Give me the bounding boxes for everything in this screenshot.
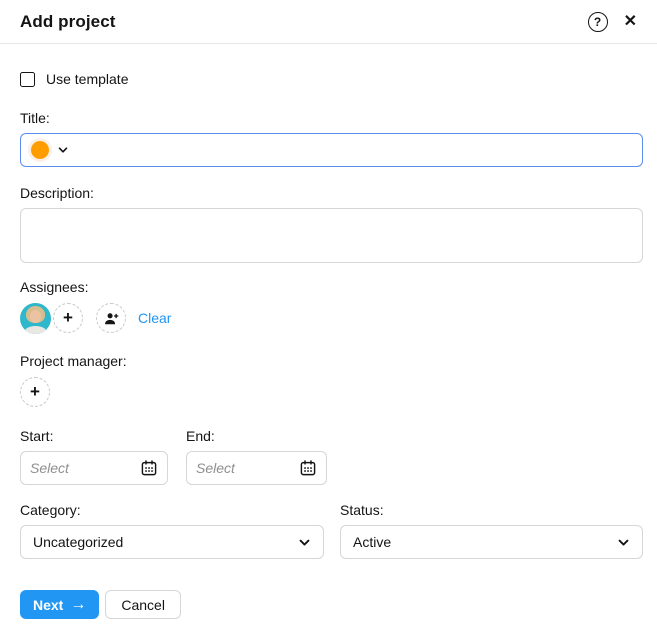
- clear-assignees-link[interactable]: Clear: [138, 310, 171, 326]
- use-template-label: Use template: [46, 71, 129, 87]
- status-select[interactable]: Active: [340, 525, 643, 559]
- start-date-input-container[interactable]: [20, 451, 168, 485]
- add-project-manager-button[interactable]: +: [20, 377, 50, 407]
- cancel-button[interactable]: Cancel: [105, 590, 181, 619]
- help-icon[interactable]: ?: [587, 11, 608, 32]
- calendar-icon[interactable]: [299, 459, 317, 477]
- description-textarea[interactable]: [20, 208, 643, 263]
- description-label: Description:: [20, 185, 94, 201]
- dialog-header: Add project ? ✕: [0, 0, 657, 44]
- end-date-input-container[interactable]: [186, 451, 327, 485]
- assignees-row: + Clear: [20, 302, 643, 334]
- color-swatch-icon[interactable]: [31, 141, 49, 159]
- page-title: Add project: [20, 11, 116, 31]
- chevron-down-icon[interactable]: [57, 144, 69, 156]
- status-label: Status:: [340, 502, 384, 518]
- category-field: Category: Uncategorized: [20, 502, 324, 559]
- end-label: End:: [186, 428, 215, 444]
- add-group-button[interactable]: [96, 303, 126, 333]
- category-select[interactable]: Uncategorized: [20, 525, 324, 559]
- chevron-down-icon: [298, 536, 311, 549]
- category-label: Category:: [20, 502, 81, 518]
- end-date-input[interactable]: [196, 452, 299, 484]
- close-icon[interactable]: ✕: [624, 13, 637, 30]
- plus-icon: +: [63, 308, 73, 327]
- next-button-label: Next: [33, 596, 64, 613]
- avatar-face: [30, 309, 41, 323]
- assignees-label: Assignees:: [20, 279, 89, 295]
- start-date-field: Start:: [20, 428, 168, 485]
- plus-icon: +: [30, 382, 40, 401]
- selects-row: Category: Uncategorized Status: Active: [20, 502, 643, 559]
- title-input[interactable]: [77, 134, 632, 166]
- use-template-checkbox[interactable]: [20, 71, 35, 87]
- project-manager-row: +: [20, 376, 643, 408]
- start-label: Start:: [20, 428, 54, 444]
- use-template-row: Use template: [20, 71, 643, 87]
- dates-row: Start: Select End: Select: [20, 428, 643, 485]
- title-label: Title:: [20, 110, 50, 126]
- arrow-right-icon: →: [70, 595, 87, 613]
- project-manager-label: Project manager:: [20, 353, 127, 369]
- status-field: Status: Active: [340, 502, 643, 559]
- next-button[interactable]: Next →: [20, 590, 100, 619]
- dialog-footer: Next → Cancel: [20, 590, 643, 619]
- assignee-avatar[interactable]: [20, 302, 51, 334]
- avatar-shirt: [24, 325, 47, 334]
- calendar-icon[interactable]: [140, 459, 158, 477]
- add-project-dialog: Add project ? ✕ Use template Title: Desc…: [0, 0, 657, 638]
- end-date-field: End:: [186, 428, 327, 485]
- dialog-body: Use template Title: Description: Assigne…: [0, 44, 657, 619]
- add-assignee-button[interactable]: +: [53, 303, 83, 333]
- category-value: Uncategorized: [33, 534, 124, 550]
- start-date-input[interactable]: [30, 452, 140, 484]
- title-input-container[interactable]: [20, 133, 643, 167]
- status-value: Active: [353, 534, 392, 550]
- chevron-down-icon: [617, 536, 630, 549]
- person-add-icon: [103, 310, 120, 327]
